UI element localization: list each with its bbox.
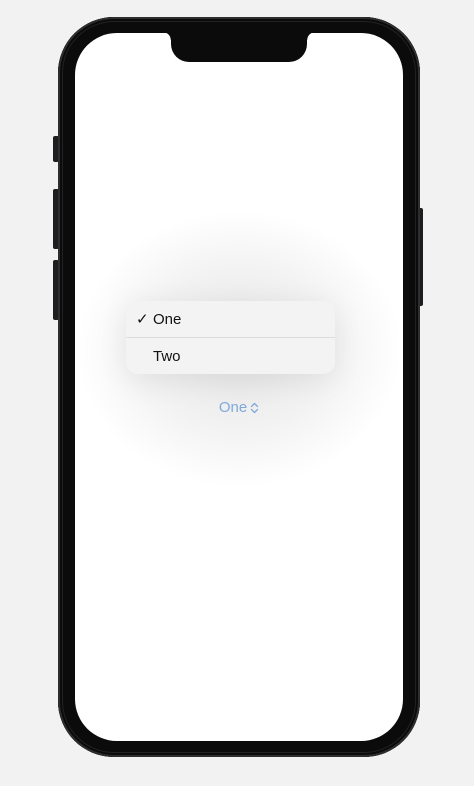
- menu-item-one[interactable]: ✓ One: [126, 301, 335, 337]
- notch: [163, 33, 315, 62]
- picker-button[interactable]: One: [75, 399, 403, 416]
- picker-menu: ✓ One Two: [126, 301, 335, 374]
- picker-value: One: [218, 399, 248, 416]
- menu-item-label: One: [153, 310, 182, 328]
- checkmark-icon: ✓: [136, 311, 149, 328]
- chevron-up-down-icon: [251, 402, 259, 414]
- menu-item-label: Two: [153, 347, 181, 365]
- phone-frame: ✓ One Two One: [58, 17, 420, 757]
- device-stage: ✓ One Two One: [0, 0, 474, 786]
- menu-item-two[interactable]: Two: [126, 337, 335, 374]
- phone-screen: ✓ One Two One: [75, 33, 403, 741]
